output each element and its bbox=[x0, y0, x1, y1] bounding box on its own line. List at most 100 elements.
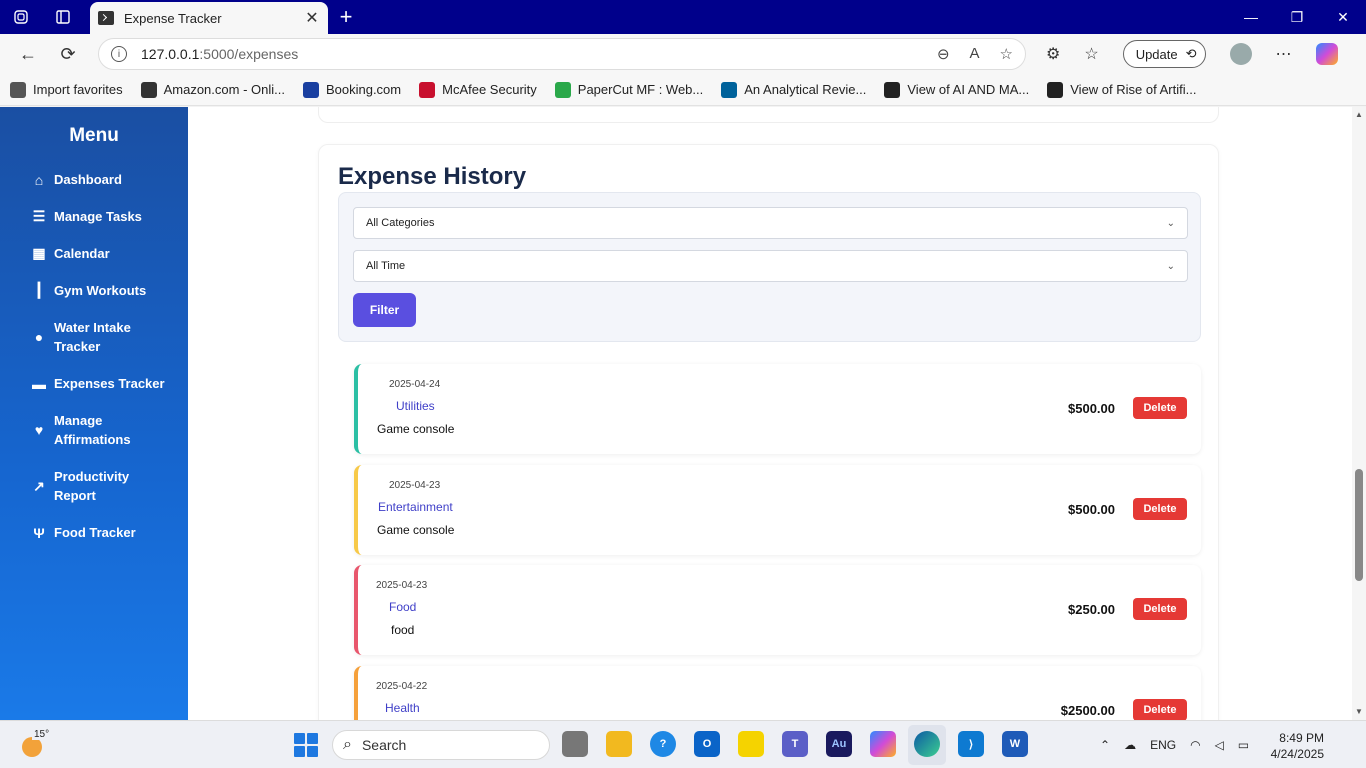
tab-title: Expense Tracker bbox=[124, 10, 222, 26]
favorites-icon[interactable]: ☆ bbox=[1084, 44, 1098, 64]
expense-date: 2025-04-22 bbox=[376, 681, 428, 692]
chevron-down-icon: ⌄ bbox=[1166, 217, 1175, 229]
minimize-icon[interactable]: — bbox=[1228, 0, 1274, 34]
filter-button[interactable]: Filter bbox=[353, 293, 416, 327]
favorite-item[interactable]: View of Rise of Artifi... bbox=[1047, 81, 1196, 98]
weather-widget[interactable]: 15° bbox=[20, 729, 52, 759]
new-tab-button[interactable]: + bbox=[328, 0, 364, 34]
zoom-icon[interactable]: ⊖ bbox=[937, 45, 950, 63]
language-indicator[interactable]: ENG bbox=[1150, 738, 1176, 752]
outlook-icon[interactable]: O bbox=[694, 731, 720, 757]
update-button[interactable]: Update ⟲ bbox=[1122, 40, 1206, 68]
pkp-icon bbox=[1047, 81, 1064, 98]
tab-actions-icon[interactable] bbox=[42, 0, 84, 34]
globe-icon bbox=[140, 81, 157, 98]
wifi-icon[interactable]: ◠ bbox=[1190, 738, 1200, 752]
start-button[interactable] bbox=[294, 733, 318, 757]
tasks-icon: ☰ bbox=[32, 208, 46, 224]
scroll-up-icon[interactable]: ▲ bbox=[1355, 110, 1363, 119]
favorite-item[interactable]: PaperCut MF : Web... bbox=[554, 81, 703, 98]
expense-category: Entertainment bbox=[378, 500, 453, 514]
expense-amount: $500.00 bbox=[1068, 401, 1115, 416]
expense-description: Game console bbox=[377, 523, 455, 537]
extensions-icon[interactable]: ⚙ bbox=[1046, 44, 1060, 64]
expense-item: 2025-04-24 Utilities Game console $500.00 De… bbox=[354, 364, 1201, 454]
audition-icon[interactable]: Au bbox=[826, 731, 852, 757]
restore-icon[interactable]: ❐ bbox=[1274, 0, 1320, 34]
clock[interactable]: 8:49 PM 4/24/2025 bbox=[1271, 730, 1324, 762]
back-icon[interactable]: ← bbox=[8, 38, 48, 70]
favorite-star-icon[interactable]: ☆ bbox=[1000, 45, 1013, 63]
edge-icon[interactable] bbox=[914, 731, 940, 757]
page-title: Expense History bbox=[338, 163, 527, 190]
sidebar-item-water-intake-tracker[interactable]: ● Water Intake Tracker bbox=[0, 309, 188, 365]
sidebar-item-expenses-tracker[interactable]: ▬ Expenses Tracker bbox=[0, 365, 188, 402]
favorite-item[interactable]: View of AI AND MA... bbox=[884, 81, 1029, 98]
more-menu-icon[interactable]: ⋯ bbox=[1276, 44, 1292, 64]
favorite-item[interactable]: Import favorites bbox=[10, 81, 123, 98]
scroll-thumb[interactable] bbox=[1355, 469, 1363, 581]
water-drop-icon: ● bbox=[34, 328, 44, 345]
file-explorer-icon[interactable] bbox=[606, 731, 632, 757]
category-select[interactable]: All Categories ⌄ bbox=[353, 207, 1188, 239]
expense-item: 2025-04-23 Food food $250.00 Delete bbox=[354, 565, 1201, 655]
refresh-icon[interactable]: ⟳ bbox=[48, 38, 88, 70]
sidebar-item-food-tracker[interactable]: Ψ Food Tracker bbox=[0, 514, 188, 551]
info-icon[interactable]: i bbox=[111, 46, 127, 62]
tab-expense-tracker[interactable]: Expense Tracker ✕ bbox=[90, 2, 328, 34]
money-icon: ▬ bbox=[32, 375, 46, 392]
volume-icon[interactable]: ◁ bbox=[1215, 738, 1224, 752]
favorite-item[interactable]: An Analytical Revie... bbox=[721, 81, 866, 98]
expense-item: 2025-04-23 Entertainment Game console $500.… bbox=[354, 465, 1201, 555]
sidebar-item-dashboard[interactable]: ⌂ Dashboard bbox=[0, 161, 188, 198]
close-tab-icon[interactable]: ✕ bbox=[304, 8, 320, 28]
scroll-down-icon[interactable]: ▼ bbox=[1355, 707, 1363, 716]
close-window-icon[interactable]: ✕ bbox=[1320, 0, 1366, 34]
expense-date: 2025-04-23 bbox=[376, 580, 428, 591]
taskbar-search[interactable]: ⌕ Search bbox=[332, 730, 550, 760]
utensils-icon: Ψ bbox=[33, 524, 45, 541]
taskbar: 15° ⌕ Search ? O T Au ⟩ W ⌃ ☁ ENG ◠ ◁ ▭ … bbox=[0, 720, 1366, 768]
sidebar-item-manage-affirmations[interactable]: ♥ Manage Affirmations bbox=[0, 402, 188, 458]
copilot-app-icon[interactable] bbox=[870, 731, 896, 757]
sticky-notes-icon[interactable] bbox=[738, 731, 764, 757]
chevron-up-icon[interactable]: ⌃ bbox=[1100, 738, 1110, 752]
read-aloud-icon[interactable]: A bbox=[970, 45, 980, 63]
profile-avatar[interactable] bbox=[1229, 43, 1252, 65]
delete-button[interactable]: Delete bbox=[1133, 498, 1187, 520]
main-content: Expense History All Categories ⌄ All Tim… bbox=[188, 107, 1352, 720]
expense-amount: $250.00 bbox=[1068, 602, 1115, 617]
battery-icon[interactable]: ▭ bbox=[1238, 738, 1249, 752]
expense-description: Game console bbox=[377, 422, 455, 436]
workspaces-icon[interactable] bbox=[0, 0, 42, 34]
sidebar-item-productivity-report[interactable]: ↗ Productivity Report bbox=[0, 458, 188, 514]
filter-panel: All Categories ⌄ All Time ⌄ Filter bbox=[338, 192, 1201, 342]
delete-button[interactable]: Delete bbox=[1133, 598, 1187, 620]
delete-button[interactable]: Delete bbox=[1133, 397, 1187, 419]
favorite-item[interactable]: McAfee Security bbox=[419, 81, 537, 98]
sidebar-item-calendar[interactable]: ▦ Calendar bbox=[0, 235, 188, 272]
copilot-icon[interactable] bbox=[1315, 43, 1338, 65]
vertical-scrollbar[interactable]: ▲ ▼ bbox=[1352, 107, 1366, 720]
expense-category: Utilities bbox=[396, 399, 435, 413]
title-bar: Expense Tracker ✕ + — ❐ ✕ bbox=[0, 0, 1366, 34]
sidebar-item-manage-tasks[interactable]: ☰ Manage Tasks bbox=[0, 198, 188, 235]
navigation-bar: ← ⟳ i 127.0.0.1:5000/expenses ⊖ A ☆ ⚙ ☆ … bbox=[0, 34, 1366, 74]
sidebar-item-gym-workouts[interactable]: ┃ Gym Workouts bbox=[0, 272, 188, 309]
calendar-icon: ▦ bbox=[32, 245, 46, 261]
time-select[interactable]: All Time ⌄ bbox=[353, 250, 1188, 282]
cloud-icon[interactable]: ☁ bbox=[1124, 738, 1136, 752]
teams-icon[interactable]: T bbox=[782, 731, 808, 757]
favorite-item[interactable]: Booking.com bbox=[302, 81, 401, 98]
sidebar: Menu ⌂ Dashboard ☰ Manage Tasks ▦ Calendar ┃ Gy… bbox=[0, 107, 188, 720]
address-bar[interactable]: i 127.0.0.1:5000/expenses ⊖ A ☆ bbox=[98, 38, 1026, 70]
favorite-item[interactable]: Amazon.com - Onli... bbox=[140, 81, 285, 98]
menu-title: Menu bbox=[69, 125, 119, 146]
word-icon[interactable]: W bbox=[1002, 731, 1028, 757]
task-view-icon[interactable] bbox=[562, 731, 588, 757]
delete-button[interactable]: Delete bbox=[1133, 699, 1187, 720]
home-icon: ⌂ bbox=[34, 171, 44, 188]
vscode-icon[interactable]: ⟩ bbox=[958, 731, 984, 757]
dumbbell-icon: ┃ bbox=[34, 282, 44, 298]
help-icon[interactable]: ? bbox=[650, 731, 676, 757]
